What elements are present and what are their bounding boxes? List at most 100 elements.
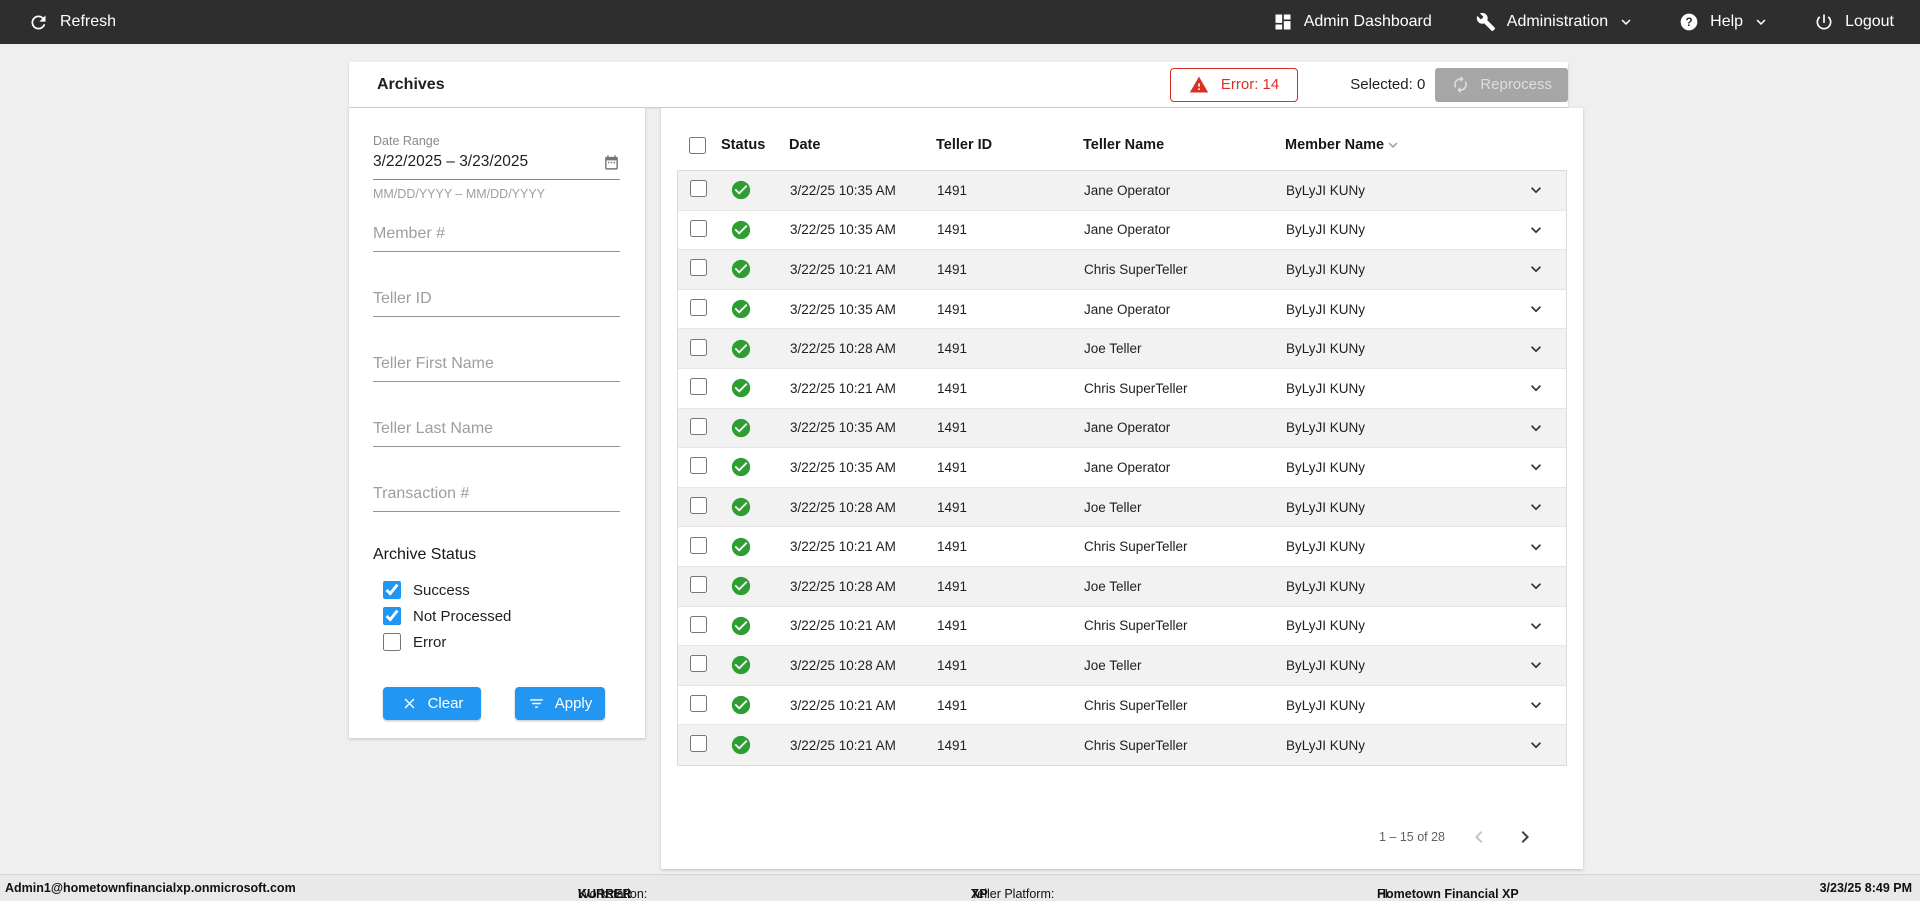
cell-teller-name: Jane Operator [1084, 222, 1171, 238]
cell-date: 3/22/25 10:21 AM [790, 261, 896, 277]
column-status[interactable]: Status [721, 137, 789, 153]
table-row[interactable]: 3/22/25 10:21 AM 1491 Chris SuperTeller … [678, 725, 1566, 765]
logged-in-user: Admin1@hometownfinancialxp.onmicrosoft.c… [5, 881, 296, 895]
table-row[interactable]: 3/22/25 10:21 AM 1491 Chris SuperTeller … [678, 527, 1566, 567]
row-expand-chevron-icon[interactable] [1506, 339, 1566, 359]
row-checkbox[interactable] [690, 695, 707, 713]
table-row[interactable]: 3/22/25 10:21 AM 1491 Chris SuperTeller … [678, 685, 1566, 726]
row-expand-chevron-icon[interactable] [1506, 497, 1566, 517]
row-expand-chevron-icon[interactable] [1506, 378, 1566, 398]
success-checkbox[interactable] [383, 581, 401, 599]
table-row[interactable]: 3/22/25 10:35 AM 1491 Jane Operator ByLy… [678, 408, 1566, 449]
row-expand-chevron-icon[interactable] [1506, 655, 1566, 675]
reprocess-button[interactable]: Reprocess [1435, 67, 1568, 102]
row-checkbox[interactable] [690, 497, 707, 515]
row-checkbox[interactable] [690, 259, 707, 277]
status-option-not-processed[interactable]: Not Processed [373, 607, 620, 625]
row-checkbox[interactable] [690, 180, 707, 198]
table-row[interactable]: 3/22/25 10:35 AM 1491 Jane Operator ByLy… [678, 171, 1566, 211]
refresh-label: Refresh [60, 13, 117, 30]
table-row[interactable]: 3/22/25 10:35 AM 1491 Jane Operator ByLy… [678, 448, 1566, 488]
apply-button[interactable]: Apply [515, 687, 605, 720]
row-expand-chevron-icon[interactable] [1506, 576, 1566, 596]
nav-help[interactable]: ? Help [1679, 12, 1770, 32]
cell-teller-name: Jane Operator [1084, 420, 1171, 436]
error-checkbox[interactable] [383, 633, 401, 651]
row-checkbox[interactable] [690, 615, 707, 633]
row-checkbox[interactable] [690, 338, 707, 356]
row-checkbox[interactable] [690, 457, 707, 475]
table-row[interactable]: 3/22/25 10:35 AM 1491 Jane Operator ByLy… [678, 210, 1566, 251]
cell-date: 3/22/25 10:28 AM [790, 657, 896, 673]
row-checkbox[interactable] [690, 735, 707, 753]
close-icon [401, 695, 418, 712]
sort-chevron-down-icon[interactable] [1384, 136, 1402, 154]
select-all-checkbox[interactable] [689, 136, 706, 154]
row-checkbox[interactable] [690, 417, 707, 435]
table-row[interactable]: 3/22/25 10:35 AM 1491 Jane Operator ByLy… [678, 289, 1566, 330]
row-expand-chevron-icon[interactable] [1506, 220, 1566, 240]
row-expand-chevron-icon[interactable] [1506, 299, 1566, 319]
error-count-button[interactable]: Error: 14 [1169, 67, 1299, 102]
cell-member-name: ByLyJI KUNy [1286, 499, 1366, 515]
table-row[interactable]: 3/22/25 10:28 AM 1491 Joe Teller ByLyJI … [678, 329, 1566, 369]
teller-last-name-input[interactable] [373, 420, 620, 447]
row-expand-chevron-icon[interactable] [1506, 735, 1566, 755]
row-checkbox[interactable] [690, 536, 707, 554]
teller-id-input[interactable] [373, 290, 620, 317]
chevron-down-icon [1752, 13, 1770, 31]
row-expand-chevron-icon[interactable] [1506, 457, 1566, 477]
row-checkbox[interactable] [690, 655, 707, 673]
member-number-input[interactable] [373, 225, 620, 252]
help-icon: ? [1679, 12, 1699, 32]
table-row[interactable]: 3/22/25 10:28 AM 1491 Joe Teller ByLyJI … [678, 566, 1566, 607]
next-page-button[interactable] [1513, 825, 1537, 849]
date-range-field[interactable]: 3/22/2025 – 3/23/2025 [373, 153, 620, 180]
transaction-number-input[interactable] [373, 485, 620, 512]
status-option-error[interactable]: Error [373, 633, 620, 651]
admin-dashboard-label: Admin Dashboard [1303, 13, 1432, 30]
row-expand-chevron-icon[interactable] [1506, 259, 1566, 279]
clear-button[interactable]: Clear [383, 687, 481, 720]
row-checkbox[interactable] [690, 378, 707, 396]
cell-teller-id: 1491 [937, 420, 968, 436]
refresh-button[interactable]: Refresh [28, 12, 116, 33]
cell-member-name: ByLyJI KUNy [1286, 697, 1366, 713]
cell-member-name: ByLyJI KUNy [1286, 578, 1366, 594]
teller-first-name-input[interactable] [373, 355, 620, 382]
status-success-icon [722, 694, 790, 716]
nav-logout[interactable]: Logout [1814, 12, 1894, 32]
cell-teller-id: 1491 [937, 341, 968, 357]
row-expand-chevron-icon[interactable] [1506, 180, 1566, 200]
row-expand-chevron-icon[interactable] [1506, 616, 1566, 636]
row-expand-chevron-icon[interactable] [1506, 418, 1566, 438]
table-row[interactable]: 3/22/25 10:28 AM 1491 Joe Teller ByLyJI … [678, 646, 1566, 686]
cell-teller-id: 1491 [937, 261, 968, 277]
status-option-success[interactable]: Success [373, 581, 620, 599]
row-expand-chevron-icon[interactable] [1506, 695, 1566, 715]
row-checkbox[interactable] [690, 219, 707, 237]
column-teller-name[interactable]: Teller Name [1083, 137, 1285, 153]
table-row[interactable]: 3/22/25 10:21 AM 1491 Chris SuperTeller … [678, 606, 1566, 647]
table-row[interactable]: 3/22/25 10:21 AM 1491 Chris SuperTeller … [678, 250, 1566, 290]
cell-teller-name: Chris SuperTeller [1084, 539, 1188, 555]
error-label: Error [413, 633, 447, 651]
cell-date: 3/22/25 10:28 AM [790, 499, 896, 515]
calendar-icon[interactable] [603, 154, 620, 171]
table-row[interactable]: 3/22/25 10:21 AM 1491 Chris SuperTeller … [678, 368, 1566, 409]
nav-administration[interactable]: Administration [1476, 12, 1635, 32]
column-teller-id[interactable]: Teller ID [936, 137, 1083, 153]
pagination-range-label: 1 – 15 of 28 [1378, 830, 1445, 844]
column-member-name[interactable]: Member Name [1285, 136, 1507, 154]
status-success-icon [722, 338, 790, 360]
previous-page-button[interactable] [1467, 825, 1491, 849]
cell-member-name: ByLyJI KUNy [1286, 341, 1366, 357]
column-date[interactable]: Date [789, 137, 936, 153]
cell-date: 3/22/25 10:21 AM [790, 697, 896, 713]
row-checkbox[interactable] [690, 576, 707, 594]
not-processed-checkbox[interactable] [383, 607, 401, 625]
nav-admin-dashboard[interactable]: Admin Dashboard [1273, 12, 1432, 32]
row-expand-chevron-icon[interactable] [1506, 537, 1566, 557]
table-row[interactable]: 3/22/25 10:28 AM 1491 Joe Teller ByLyJI … [678, 487, 1566, 528]
row-checkbox[interactable] [690, 299, 707, 317]
